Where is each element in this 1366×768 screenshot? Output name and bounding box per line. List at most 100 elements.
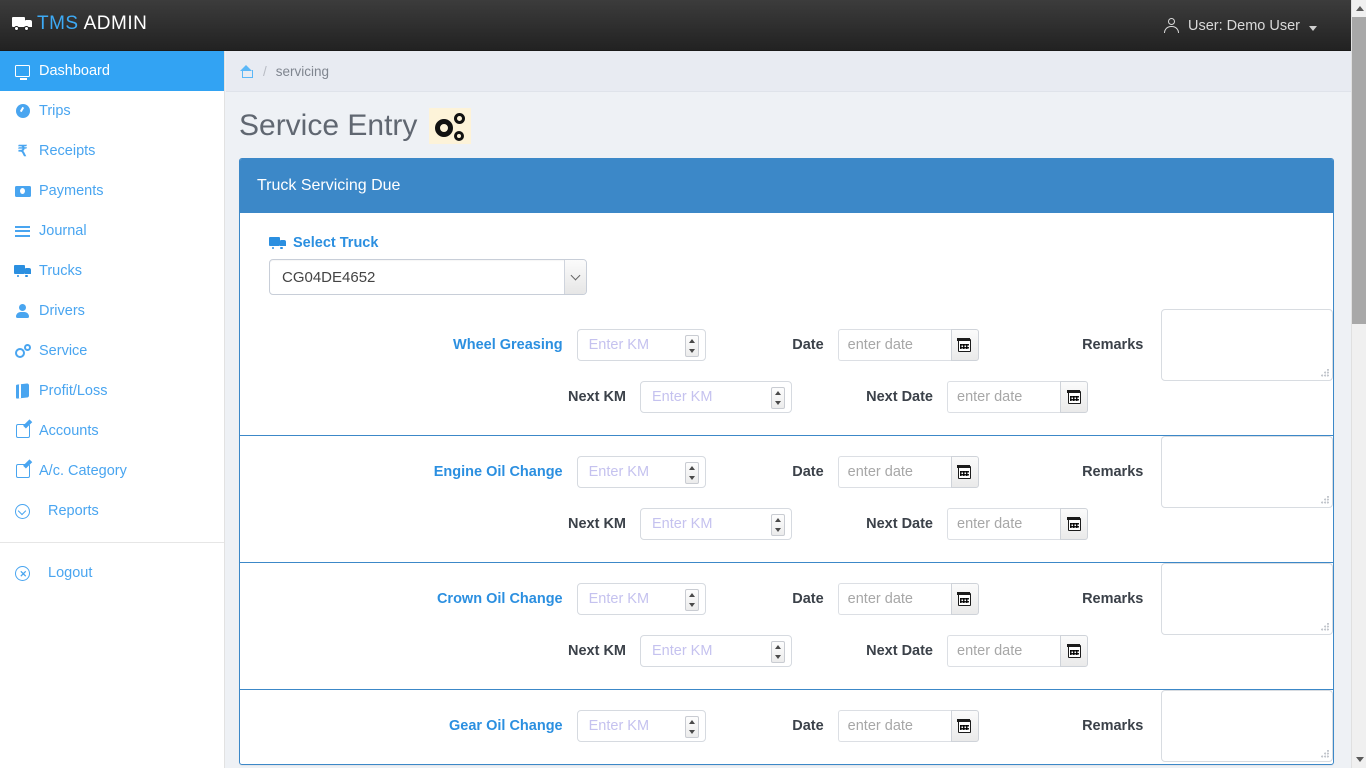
sidebar-item-trucks[interactable]: Trucks (0, 251, 224, 291)
spinner-icon[interactable] (685, 589, 699, 611)
remarks-label: Remarks (979, 591, 1162, 607)
km-input[interactable]: Enter KM (577, 710, 706, 742)
next-date-input[interactable]: enter date (947, 508, 1060, 540)
remarks-textarea[interactable] (1161, 690, 1333, 762)
scroll-down-button[interactable] (1352, 751, 1366, 768)
remarks-textarea[interactable] (1161, 563, 1333, 635)
breadcrumb: / servicing (226, 51, 1351, 92)
vertical-scrollbar[interactable] (1351, 0, 1366, 768)
truck-icon (269, 237, 286, 249)
sidebar-item-reports[interactable]: Reports (0, 491, 224, 531)
book-icon (14, 384, 31, 398)
sidebar-item-dashboard[interactable]: Dashboard (0, 51, 224, 91)
km-input[interactable]: Enter KM (577, 456, 706, 488)
calendar-icon[interactable] (951, 329, 979, 361)
user-icon (1164, 18, 1179, 34)
calendar-icon[interactable] (1060, 508, 1088, 540)
resize-grip-icon[interactable] (1321, 750, 1329, 758)
home-icon[interactable] (239, 65, 254, 78)
km-input-placeholder: Enter KM (589, 718, 649, 734)
remarks-textarea[interactable] (1161, 309, 1333, 381)
sidebar-item-payments[interactable]: Payments (0, 171, 224, 211)
remarks-label: Remarks (979, 337, 1162, 353)
sidebar-item-label: Journal (39, 223, 87, 239)
sidebar-item-profit-loss[interactable]: Profit/Loss (0, 371, 224, 411)
service-row-primary: Crown Oil Change Enter KM Date enter dat… (240, 573, 1333, 625)
resize-grip-icon[interactable] (1321, 623, 1329, 631)
caret-down-icon (1309, 26, 1317, 31)
chevron-down-icon[interactable] (564, 260, 586, 294)
sidebar-item-label: Dashboard (39, 63, 110, 79)
spinner-icon[interactable] (685, 335, 699, 357)
sidebar-item-ac-category[interactable]: A/c. Category (0, 451, 224, 491)
sidebar-divider (0, 542, 224, 543)
panel-title: Truck Servicing Due (240, 159, 1333, 213)
truck-icon (12, 17, 32, 31)
date-field: enter date (838, 710, 979, 742)
brand-logo[interactable]: TMSADMIN (12, 13, 147, 35)
next-km-input[interactable]: Enter KM (640, 381, 792, 413)
pencil-square-icon (14, 424, 31, 438)
sidebar-item-label: Reports (48, 503, 99, 519)
sidebar-item-logout[interactable]: ✕ Logout (0, 553, 224, 593)
next-km-input[interactable]: Enter KM (640, 508, 792, 540)
date-field: enter date (838, 456, 979, 488)
remarks-textarea[interactable] (1161, 436, 1333, 508)
truck-select[interactable]: CG04DE4652 (269, 259, 587, 295)
sidebar-item-drivers[interactable]: Drivers (0, 291, 224, 331)
date-input[interactable]: enter date (838, 456, 951, 488)
next-km-input[interactable]: Enter KM (640, 635, 792, 667)
km-input[interactable]: Enter KM (577, 329, 706, 361)
sidebar-item-label: Accounts (39, 423, 99, 439)
km-input[interactable]: Enter KM (577, 583, 706, 615)
spinner-icon[interactable] (771, 514, 785, 536)
select-truck-label: Select Truck (269, 235, 1333, 251)
date-input[interactable]: enter date (838, 329, 951, 361)
resize-grip-icon[interactable] (1321, 496, 1329, 504)
resize-grip-icon[interactable] (1321, 369, 1329, 377)
next-date-label: Next Date (792, 389, 947, 405)
calendar-icon[interactable] (1060, 381, 1088, 413)
spinner-icon[interactable] (771, 641, 785, 663)
next-date-input[interactable]: enter date (947, 381, 1060, 413)
scrollbar-thumb[interactable] (1352, 17, 1366, 324)
breadcrumb-current[interactable]: servicing (276, 64, 329, 79)
calendar-icon[interactable] (951, 710, 979, 742)
sidebar-item-service[interactable]: Service (0, 331, 224, 371)
sidebar-item-receipts[interactable]: ₹ Receipts (0, 131, 224, 171)
date-label: Date (706, 718, 838, 734)
remarks-label: Remarks (979, 464, 1162, 480)
km-input-placeholder: Enter KM (652, 516, 712, 532)
km-input-placeholder: Enter KM (589, 337, 649, 353)
sidebar-item-trips[interactable]: Trips (0, 91, 224, 131)
money-bill-icon (14, 186, 31, 197)
date-field: enter date (838, 329, 979, 361)
calendar-icon[interactable] (951, 583, 979, 615)
date-input[interactable]: enter date (838, 710, 951, 742)
rupee-icon: ₹ (14, 144, 31, 159)
spinner-icon[interactable] (771, 387, 785, 409)
spinner-icon[interactable] (685, 462, 699, 484)
gauge-icon (14, 104, 31, 118)
sidebar-item-label: Trips (39, 103, 71, 119)
scroll-up-button[interactable] (1352, 0, 1366, 17)
user-menu[interactable]: User: Demo User (1158, 0, 1323, 51)
truck-icon (14, 265, 31, 277)
next-date-input[interactable]: enter date (947, 635, 1060, 667)
date-input[interactable]: enter date (838, 583, 951, 615)
sidebar-item-accounts[interactable]: Accounts (0, 411, 224, 451)
sidebar-item-journal[interactable]: Journal (0, 211, 224, 251)
select-truck-label-text: Select Truck (293, 235, 378, 251)
breadcrumb-separator: / (263, 64, 267, 79)
panel-body: Select Truck CG04DE4652 Wheel Greasing E… (240, 213, 1333, 764)
service-row-primary: Engine Oil Change Enter KM Date enter da… (240, 446, 1333, 498)
next-date-field: enter date (947, 635, 1088, 667)
next-km-label: Next KM (240, 516, 640, 532)
spinner-icon[interactable] (685, 716, 699, 738)
cogs-icon (429, 108, 471, 144)
sidebar-item-label: A/c. Category (39, 463, 127, 479)
sidebar-item-label: Payments (39, 183, 103, 199)
calendar-icon[interactable] (1060, 635, 1088, 667)
calendar-icon[interactable] (951, 456, 979, 488)
service-name-label: Gear Oil Change (240, 718, 577, 734)
